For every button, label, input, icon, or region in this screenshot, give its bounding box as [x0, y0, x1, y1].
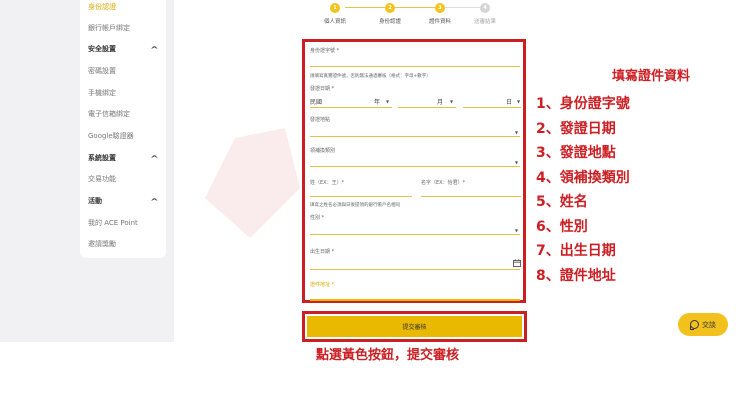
first-name-label: 名字（EX：怡君）*: [421, 180, 466, 186]
sidebar-item-trading[interactable]: 交易功能: [88, 174, 116, 184]
caret-down-icon: ▼: [517, 99, 521, 104]
annotation-title: 填寫證件資料: [612, 69, 691, 84]
day-unit: 日: [506, 99, 513, 106]
era-year-underline: [310, 107, 392, 108]
submit-review-button[interactable]: 提交審核: [307, 316, 522, 337]
chat-button[interactable]: 交談: [678, 313, 728, 336]
sidebar-section-label: 安全設置: [88, 45, 116, 53]
sidebar-section-system[interactable]: 系統設置 ^: [88, 153, 160, 163]
annotation-item: 3、發證地點: [536, 145, 616, 161]
sidebar-item-bank-binding[interactable]: 銀行帳戶綁定: [88, 23, 130, 33]
caret-down-icon: ▼: [515, 160, 519, 165]
stepper-connector: [345, 7, 385, 8]
gender-select[interactable]: [310, 234, 520, 235]
sidebar-section-label: 系統設置: [88, 154, 116, 162]
chevron-up-icon: ^: [150, 196, 160, 206]
sidebar-item-google-authenticator[interactable]: Google驗證器: [88, 131, 134, 141]
gender-label: 性別 *: [310, 215, 325, 221]
annotation-item: 6、性別: [536, 219, 588, 235]
step-3-indicator: 3: [435, 3, 445, 13]
step-1-label: 個人資訊: [323, 19, 347, 25]
last-name-input[interactable]: [310, 196, 412, 197]
sidebar-item-email[interactable]: 電子信箱綁定: [88, 109, 130, 119]
birthdate-input[interactable]: [310, 269, 520, 270]
chevron-up-icon: ^: [150, 44, 160, 54]
sidebar: 身份認證 銀行帳戶綁定 安全設置 ^ 密碼設置 手機綁定 電子信箱綁定 Goog…: [80, 0, 166, 258]
id-document-form: 身份證字號 * 請填寫真實證件號，否則無法通過審核（格式：字母+數字） 發證日期…: [302, 39, 526, 303]
name-hint: 填寫之姓名必須與日後提領的銀行帳戶名相同: [310, 203, 400, 208]
annotation-item: 5、姓名: [536, 194, 588, 210]
birthdate-label: 出生日期 *: [310, 249, 335, 255]
chat-label: 交談: [702, 320, 716, 329]
year-unit: 年: [374, 99, 381, 106]
issue-place-label: 發證地點: [310, 117, 331, 123]
era-select-value: 民國: [310, 99, 323, 106]
id-number-label: 身份證字號 *: [310, 48, 340, 54]
caret-down-icon: ▼: [386, 99, 390, 104]
calendar-icon[interactable]: [513, 259, 521, 267]
caret-down-icon: ▼: [450, 99, 454, 104]
address-label: 證件地址 *: [310, 282, 335, 288]
sidebar-section-label: 活動: [88, 197, 102, 205]
sidebar-item-identity-verification[interactable]: 身份認證: [88, 2, 116, 12]
sidebar-item-password[interactable]: 密碼設置: [88, 66, 116, 76]
chevron-up-icon: ^: [150, 153, 160, 163]
step-2-indicator: 2: [385, 3, 395, 13]
step-3-label: 證件資料: [428, 19, 452, 25]
day-underline: [463, 107, 521, 108]
reissue-type-label: 領補換類別: [310, 148, 336, 154]
annotation-item: 2、發證日期: [536, 121, 616, 137]
step-1-indicator: 1: [330, 3, 340, 13]
chat-bubble-icon: [690, 320, 699, 330]
sidebar-section-activities[interactable]: 活動 ^: [88, 196, 160, 206]
issue-date-label: 發證日期 *: [310, 86, 335, 92]
sidebar-item-phone[interactable]: 手機綁定: [88, 88, 116, 98]
step-4-indicator: 4: [480, 3, 490, 13]
month-unit: 月: [437, 99, 444, 106]
annotation-submit-instruction: 點選黃色按鈕，提交審核: [316, 348, 460, 363]
stepper-connector: [395, 7, 435, 8]
annotation-item: 1、身份證字號: [536, 96, 630, 112]
annotation-item: 7、出生日期: [536, 243, 616, 259]
issue-place-select[interactable]: [310, 136, 520, 137]
address-input[interactable]: [310, 299, 520, 301]
sidebar-section-security[interactable]: 安全設置 ^: [88, 44, 160, 54]
annotation-item: 4、領補換類別: [536, 170, 630, 186]
caret-down-icon: ▼: [515, 130, 519, 135]
month-underline: [398, 107, 456, 108]
step-4-label: 送審結果: [473, 19, 497, 25]
annotation-item: 8、證件地址: [536, 268, 616, 284]
caret-down-icon: ▼: [515, 228, 519, 233]
reissue-type-select[interactable]: [310, 166, 520, 167]
sidebar-item-ace-point[interactable]: 我的 ACE Point: [88, 218, 138, 228]
last-name-label: 姓（EX：王）*: [310, 180, 345, 186]
sidebar-item-referral[interactable]: 邀請獎勵: [88, 239, 116, 249]
stepper-connector: [445, 7, 480, 8]
step-2-label: 身份認證: [378, 19, 402, 25]
first-name-input[interactable]: [421, 196, 521, 197]
id-number-input[interactable]: [310, 66, 520, 67]
id-number-hint: 請填寫真實證件號，否則無法通過審核（格式：字母+數字）: [310, 74, 431, 79]
